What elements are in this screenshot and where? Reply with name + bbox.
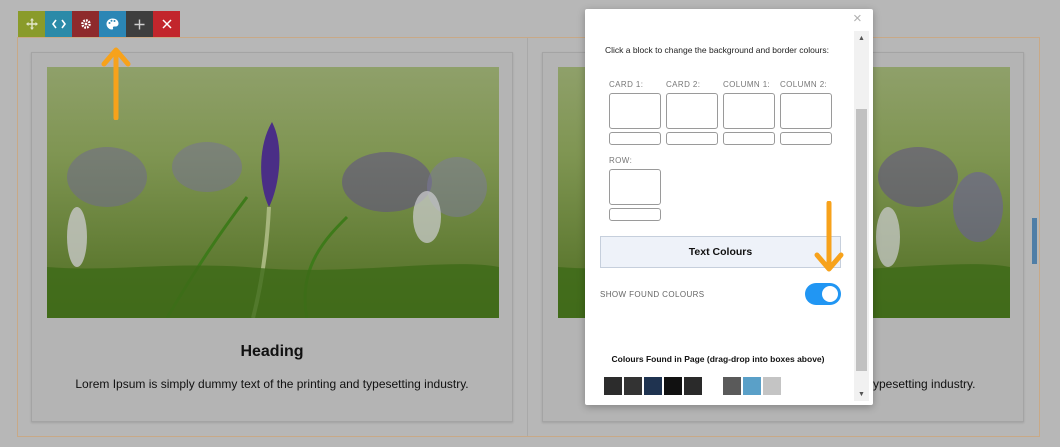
text-colours-button[interactable]: Text Colours bbox=[600, 236, 841, 268]
palette-icon bbox=[106, 18, 119, 30]
move-icon bbox=[25, 18, 38, 30]
toggle-knob bbox=[822, 286, 838, 302]
scroll-up-icon[interactable]: ▲ bbox=[854, 31, 869, 45]
column-1-colour-box[interactable] bbox=[723, 93, 775, 129]
move-button[interactable] bbox=[18, 11, 45, 37]
found-colour-swatch[interactable] bbox=[644, 377, 662, 395]
show-found-colours-label: SHOW FOUND COLOURS bbox=[600, 290, 705, 299]
row-colour-input[interactable] bbox=[609, 208, 661, 221]
column-2-colour-box[interactable] bbox=[780, 93, 832, 129]
colour-picker-modal: × Click a block to change the background… bbox=[585, 9, 873, 405]
card-1-label: CARD 1: bbox=[609, 80, 644, 89]
row-label: ROW: bbox=[609, 156, 633, 165]
down-arrow-annotation bbox=[814, 201, 844, 272]
found-colour-swatch[interactable] bbox=[684, 377, 702, 395]
show-found-colours-toggle[interactable] bbox=[805, 283, 841, 305]
scrollbar-thumb[interactable] bbox=[856, 109, 867, 371]
column-2-label: COLUMN 2: bbox=[780, 80, 828, 89]
card-2-label: CARD 2: bbox=[666, 80, 701, 89]
card-1-colour-box[interactable] bbox=[609, 93, 661, 129]
card-2-colour-box[interactable] bbox=[666, 93, 718, 129]
column-divider bbox=[527, 38, 528, 436]
settings-button[interactable] bbox=[72, 11, 99, 37]
code-icon bbox=[51, 19, 66, 29]
found-colour-swatch[interactable] bbox=[723, 377, 741, 395]
column-1-colour-input[interactable] bbox=[723, 132, 775, 145]
delete-button[interactable] bbox=[153, 11, 180, 37]
palette-button[interactable] bbox=[99, 11, 126, 37]
modal-scrollbar[interactable]: ▲ ▼ bbox=[854, 31, 869, 401]
side-resize-handle[interactable] bbox=[1032, 218, 1037, 264]
plus-icon bbox=[134, 19, 145, 29]
code-button[interactable] bbox=[45, 11, 72, 37]
up-arrow-annotation bbox=[101, 47, 131, 120]
scroll-down-icon[interactable]: ▼ bbox=[854, 387, 869, 401]
column-1-label: COLUMN 1: bbox=[723, 80, 771, 89]
close-icon[interactable]: × bbox=[853, 11, 862, 27]
instructions-text: Click a block to change the background a… bbox=[605, 45, 829, 55]
card-text: ypesetting industry. bbox=[873, 377, 976, 391]
card-heading: Heading bbox=[240, 343, 304, 360]
block-toolbar bbox=[18, 11, 180, 37]
card-text: Lorem Ipsum is simply dummy text of the … bbox=[75, 377, 469, 391]
found-colour-swatch[interactable] bbox=[743, 377, 761, 395]
found-colours-title: Colours Found in Page (drag-drop into bo… bbox=[611, 354, 825, 364]
close-icon bbox=[161, 19, 172, 29]
row-colour-box[interactable] bbox=[609, 169, 661, 205]
card-1-colour-input[interactable] bbox=[609, 132, 661, 145]
card-2-colour-input[interactable] bbox=[666, 132, 718, 145]
found-colour-swatch[interactable] bbox=[604, 377, 622, 395]
found-colour-swatch[interactable] bbox=[763, 377, 781, 395]
found-colour-swatch[interactable] bbox=[664, 377, 682, 395]
add-button[interactable] bbox=[126, 11, 153, 37]
column-2-colour-input[interactable] bbox=[780, 132, 832, 145]
found-colour-swatch[interactable] bbox=[624, 377, 642, 395]
gear-icon bbox=[80, 19, 91, 29]
